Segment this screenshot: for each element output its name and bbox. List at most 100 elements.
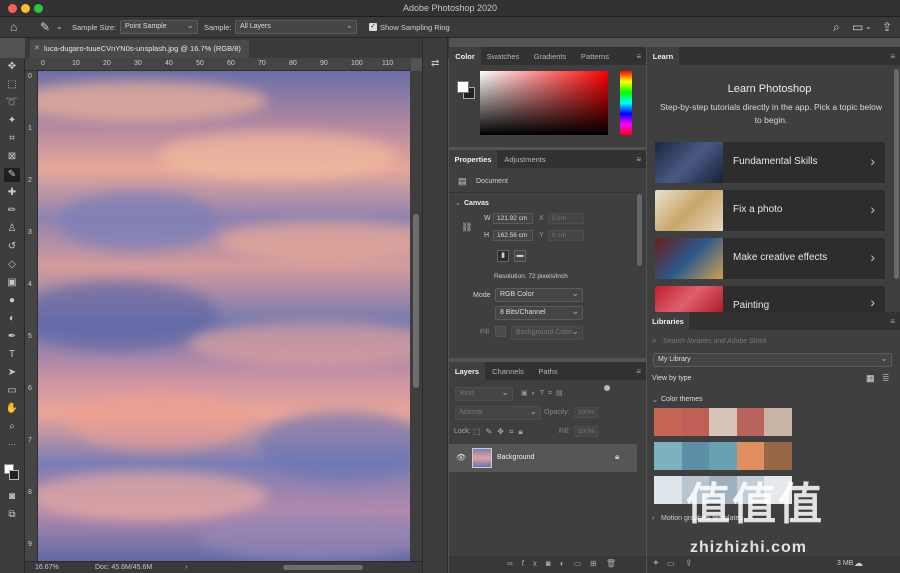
y-field[interactable]: 0 cm <box>548 230 584 241</box>
blur-tool-icon[interactable]: ● <box>4 294 20 308</box>
history-brush-tool-icon[interactable]: ↺ <box>4 240 20 254</box>
cloud-icon[interactable]: ☁ <box>854 558 863 569</box>
dodge-tool-icon[interactable]: ◐ <box>4 312 20 326</box>
tab-channels[interactable]: Channels <box>485 362 531 380</box>
eye-icon[interactable]: 👁︎ <box>456 453 466 462</box>
learn-scrollbar[interactable] <box>894 69 899 279</box>
tab-adjustments[interactable]: Adjustments <box>497 150 553 168</box>
properties-scrollbar[interactable] <box>637 194 642 266</box>
link-dimensions-icon[interactable]: ⛓ <box>461 222 472 233</box>
width-field[interactable]: 121.92 cm <box>493 213 533 224</box>
screen-mode-icon[interactable]: ⧉ <box>4 508 20 522</box>
lock-icons[interactable]: ⬚✎✥⌗🔒︎ <box>473 427 528 437</box>
x-field[interactable]: 0 cm <box>548 213 584 224</box>
zoom-level[interactable]: 16.67% <box>35 564 59 571</box>
close-tab-icon[interactable]: ✕ <box>34 44 40 52</box>
workspace-icon[interactable]: ▭ <box>852 20 863 34</box>
motion-graphics-chevron-icon[interactable]: › <box>652 515 654 522</box>
show-sampling-ring-checkbox[interactable]: ✓ <box>369 23 377 31</box>
share-icon[interactable]: ⇪ <box>882 20 892 34</box>
library-search-input[interactable]: Search libraries and Adobe Stock <box>663 338 767 345</box>
panel-menu-icon[interactable]: ≡ <box>636 155 641 164</box>
fill-color-swatch[interactable] <box>495 326 506 337</box>
canvas-vertical-scroll-thumb[interactable] <box>413 214 419 388</box>
tab-libraries[interactable]: Libraries <box>647 312 689 330</box>
healing-brush-tool-icon[interactable]: ✚ <box>4 186 20 200</box>
tab-learn[interactable]: Learn <box>647 47 679 65</box>
fill-select[interactable]: Background Color <box>511 326 583 340</box>
learn-topic-fundamental-skills[interactable]: Fundamental Skills › <box>655 142 885 183</box>
type-tool-icon[interactable]: T <box>4 348 20 362</box>
sample-size-select[interactable]: Point Sample <box>120 20 198 34</box>
lasso-tool-icon[interactable]: ➰ <box>4 96 20 110</box>
eraser-tool-icon[interactable]: ◇ <box>4 258 20 272</box>
tab-patterns[interactable]: Patterns <box>575 47 615 65</box>
panel-menu-icon[interactable]: ≡ <box>890 317 895 326</box>
hand-tool-icon[interactable]: ✋ <box>4 402 20 416</box>
tab-paths[interactable]: Paths <box>531 362 565 380</box>
crop-tool-icon[interactable]: ⌗ <box>4 132 20 146</box>
eyedropper-tool-preset-icon[interactable]: ✎ <box>40 20 50 34</box>
brush-tool-icon[interactable]: ✏ <box>4 204 20 218</box>
canvas-horizontal-scroll-thumb[interactable] <box>283 565 363 570</box>
background-color-swatch[interactable] <box>9 470 19 480</box>
pen-tool-icon[interactable]: ✒ <box>4 330 20 344</box>
frame-tool-icon[interactable]: ⊠ <box>4 150 20 164</box>
learn-topic-make-creative-effects[interactable]: Make creative effects › <box>655 238 885 279</box>
quick-select-tool-icon[interactable]: ✦ <box>4 114 20 128</box>
tab-layers[interactable]: Layers <box>449 362 485 380</box>
chevron-down-icon[interactable]: ⌄ <box>56 20 63 34</box>
search-icon[interactable]: ⌕ <box>833 20 840 34</box>
canvas-expand-chevron-icon[interactable]: ⌄ <box>455 199 461 207</box>
panel-menu-icon[interactable]: ≡ <box>636 52 641 61</box>
landscape-orientation-icon[interactable]: ▬ <box>514 250 526 262</box>
layer-filter-icons[interactable]: ▣◐T⌗▤ <box>521 389 567 398</box>
upload-icon[interactable]: ⇪ <box>685 558 693 569</box>
grid-view-icon[interactable]: ▦ <box>866 373 875 384</box>
home-icon[interactable]: ⌂ <box>10 20 17 34</box>
path-select-tool-icon[interactable]: ➤ <box>4 366 20 380</box>
hue-slider[interactable] <box>620 71 632 135</box>
panel-menu-icon[interactable]: ≡ <box>636 367 641 376</box>
filter-toggle-icon[interactable] <box>604 385 610 391</box>
quick-mask-icon[interactable]: ◙ <box>4 490 20 504</box>
learn-topic-fix-a-photo[interactable]: Fix a photo › <box>655 190 885 231</box>
marquee-tool-icon[interactable]: ⬚ <box>4 78 20 92</box>
layer-fill-field[interactable]: 100% <box>574 426 598 437</box>
view-by-type-dropdown[interactable]: View by type <box>652 375 692 382</box>
layer-kind-filter[interactable]: Kind <box>455 387 513 401</box>
history-panel-icon[interactable]: ⇄ <box>431 58 439 69</box>
foreground-color-chip[interactable] <box>457 81 469 93</box>
document-tab[interactable]: ✕ luca-dugaro-tuueCVnYN0s-unsplash.jpg @… <box>30 40 249 58</box>
tab-color[interactable]: Color <box>449 47 481 65</box>
color-theme-2[interactable] <box>654 442 792 470</box>
gradient-tool-icon[interactable]: ▣ <box>4 276 20 290</box>
layer-name[interactable]: Background <box>497 454 534 461</box>
eyedropper-tool-icon[interactable]: ✎ <box>4 168 20 182</box>
status-menu-chevron-icon[interactable]: › <box>185 564 187 571</box>
list-view-icon[interactable]: ≣ <box>882 373 890 384</box>
sample-select[interactable]: All Layers <box>235 20 357 34</box>
portrait-orientation-icon[interactable]: ▮ <box>497 250 509 262</box>
tab-gradients[interactable]: Gradients <box>527 47 573 65</box>
layer-footer-icons[interactable]: ∞fx◙◐▭⊞🗑︎ <box>507 559 625 568</box>
rectangle-tool-icon[interactable]: ▭ <box>4 384 20 398</box>
library-select[interactable]: My Library <box>653 353 892 367</box>
zoom-tool-icon[interactable]: ⌕ <box>4 420 20 434</box>
saturation-brightness-field[interactable] <box>480 71 608 135</box>
height-field[interactable]: 162.56 cm <box>493 230 533 241</box>
folder-icon[interactable]: ▭ <box>667 559 675 568</box>
mode-select[interactable]: RGB Color <box>495 288 583 302</box>
tab-swatches[interactable]: Swatches <box>481 47 525 65</box>
clone-stamp-tool-icon[interactable]: ♙ <box>4 222 20 236</box>
workspace-chevron-icon[interactable]: ⌄ <box>865 20 872 34</box>
color-themes-chevron-icon[interactable]: ⌄ <box>652 396 658 404</box>
blend-mode-select[interactable]: Normal <box>455 406 541 420</box>
bit-depth-select[interactable]: 8 Bits/Channel <box>495 306 583 320</box>
move-tool-icon[interactable]: ✥ <box>4 60 20 74</box>
document-canvas[interactable] <box>38 71 410 561</box>
learn-topic-painting[interactable]: Painting › <box>655 286 885 312</box>
layer-row[interactable]: 👁︎ Background 🔒︎ <box>449 444 637 472</box>
add-element-icon[interactable]: + <box>653 558 659 569</box>
opacity-field[interactable]: 100% <box>574 407 598 418</box>
